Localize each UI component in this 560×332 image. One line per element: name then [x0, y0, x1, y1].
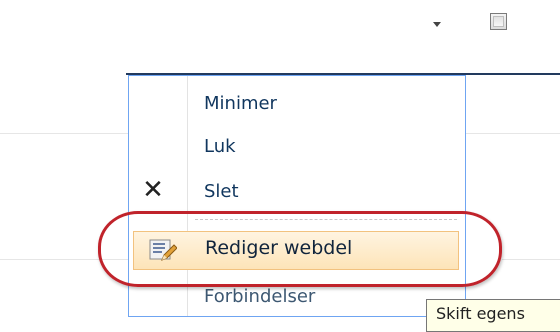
divider-line — [0, 259, 128, 260]
webpart-context-menu: Minimer Luk ✕ Slet Rediger webdel Forbin… — [128, 75, 466, 317]
menu-separator — [195, 219, 457, 220]
dropdown-arrow-icon[interactable] — [433, 22, 441, 27]
tooltip: Skift egens — [426, 299, 560, 332]
page: Minimer Luk ✕ Slet Rediger webdel Forbin… — [0, 0, 560, 332]
edit-webpart-icon — [149, 239, 177, 261]
menu-item-label: Slet — [204, 181, 239, 202]
divider-line — [502, 259, 560, 260]
tooltip-text: Skift egens — [436, 304, 525, 323]
menu-item-edit-webpart[interactable]: Rediger webdel — [133, 231, 459, 270]
menu-item-label: Forbindelser — [204, 286, 316, 307]
divider-line — [0, 133, 128, 134]
menu-item-label: Minimer — [204, 93, 277, 114]
webpart-select-checkbox[interactable] — [490, 13, 507, 30]
menu-item-connections[interactable]: Forbindelser — [129, 279, 465, 319]
divider-line — [466, 133, 560, 134]
menu-item-close[interactable]: Luk — [129, 129, 465, 169]
menu-item-label: Rediger webdel — [205, 237, 353, 259]
menu-item-label: Luk — [204, 136, 236, 157]
menu-item-delete[interactable]: ✕ Slet — [129, 174, 465, 214]
menu-item-minimize[interactable]: Minimer — [129, 86, 465, 126]
delete-x-icon: ✕ — [142, 175, 164, 205]
